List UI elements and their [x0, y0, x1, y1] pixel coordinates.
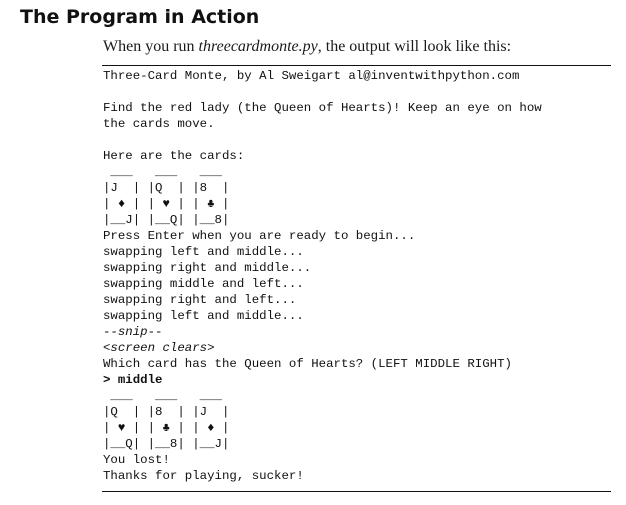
result-line: You lost! — [103, 453, 170, 467]
bottom-rule — [102, 491, 611, 492]
card-art-suit: | ♥ | | ♣ | | ♦ | — [103, 421, 230, 435]
instructions-line: Find the red lady (the Queen of Hearts)!… — [103, 101, 542, 115]
section-heading: The Program in Action — [20, 6, 260, 28]
intro-paragraph: When you run threecardmonte.py, the outp… — [103, 36, 511, 58]
intro-text-before: When you run — [103, 38, 199, 55]
swap-line: swapping middle and left... — [103, 277, 304, 291]
card-art-bottom: |__Q| |__8| |__J| — [103, 437, 230, 451]
swap-line: swapping right and middle... — [103, 261, 312, 275]
top-rule — [102, 65, 611, 66]
card-art-rank: |J | |Q | |8 | — [103, 181, 230, 195]
question-line: Which card has the Queen of Hearts? (LEF… — [103, 357, 512, 371]
card-art-rank: |Q | |8 | |J | — [103, 405, 230, 419]
card-art-top: ___ ___ ___ — [103, 165, 222, 179]
swap-line: swapping left and middle... — [103, 245, 304, 259]
intro-text-after: , the output will look like this: — [317, 38, 512, 55]
swap-line: swapping right and left... — [103, 293, 297, 307]
card-art-top: ___ ___ ___ — [103, 389, 222, 403]
instructions-line: the cards move. — [103, 117, 215, 131]
card-art-suit: | ♦ | | ♥ | | ♣ | — [103, 197, 230, 211]
snip-marker: --snip-- — [103, 325, 163, 339]
swap-line: swapping left and middle... — [103, 309, 304, 323]
terminal-output: Three-Card Monte, by Al Sweigart al@inve… — [103, 68, 608, 484]
farewell-line: Thanks for playing, sucker! — [103, 469, 304, 483]
card-art-bottom: |__J| |__Q| |__8| — [103, 213, 230, 227]
title-line: Three-Card Monte, by Al Sweigart al@inve… — [103, 69, 520, 83]
press-enter-line: Press Enter when you are ready to begin.… — [103, 229, 416, 243]
program-filename: threecardmonte.py — [198, 38, 318, 55]
user-input-line: > middle — [103, 373, 163, 387]
screen-clears-note: <screen clears> — [103, 341, 215, 355]
cards-intro-line: Here are the cards: — [103, 149, 245, 163]
